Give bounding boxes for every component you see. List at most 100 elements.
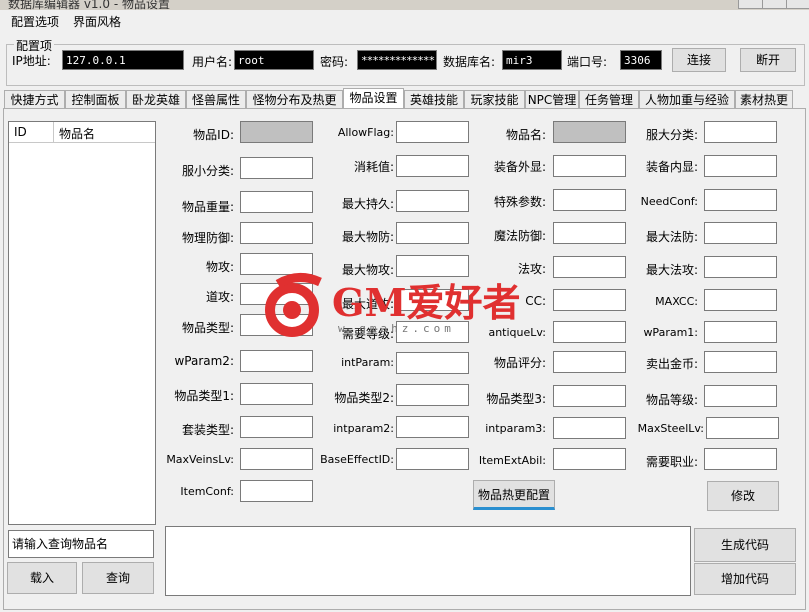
physical-defense-label: 物理防御:: [181, 231, 234, 245]
required-class-label: 需要职业:: [645, 455, 698, 469]
magic-defense-input[interactable]: [553, 222, 626, 244]
query-button[interactable]: 查询: [82, 562, 154, 594]
physical-attack-label: 物攻:: [205, 260, 234, 274]
max-steel-lv-label: MaxSteelLv:: [637, 422, 704, 435]
max-veins-lv-input[interactable]: [240, 448, 313, 470]
load-button[interactable]: 载入: [7, 562, 77, 594]
item-ext-abil-label: ItemExtAbil:: [478, 454, 546, 467]
menu-config-options[interactable]: 配置选项: [11, 13, 59, 30]
tab-item-settings[interactable]: 物品设置: [343, 88, 404, 109]
item-hot-config-button[interactable]: 物品热更配置: [473, 480, 555, 510]
item-conf-input[interactable]: [240, 480, 313, 502]
menu-ui-style[interactable]: 界面风格: [73, 13, 121, 30]
port-input[interactable]: 3306: [620, 50, 662, 70]
col-name-header[interactable]: 物品名: [59, 125, 95, 142]
tab-asset-hotupdate[interactable]: 素材热更: [735, 90, 793, 109]
item-id-input: [240, 121, 313, 143]
tab-player-skills[interactable]: 玩家技能: [464, 90, 525, 109]
user-label: 用户名:: [192, 55, 233, 69]
item-list[interactable]: ID 物品名: [8, 121, 156, 525]
item-weight-input[interactable]: [240, 191, 313, 213]
item-level-label: 物品等级:: [645, 393, 698, 407]
allow-flag-label: AllowFlag:: [337, 126, 394, 139]
col-id-header[interactable]: ID: [14, 125, 27, 139]
code-output-area[interactable]: [165, 526, 691, 596]
physical-defense-input[interactable]: [240, 222, 313, 244]
port-label: 端口号:: [567, 55, 608, 69]
sub-category-label: 服小分类:: [181, 164, 234, 178]
item-name-label: 物品名:: [505, 128, 546, 142]
ip-input[interactable]: 127.0.0.1: [62, 50, 184, 70]
item-conf-label: ItemConf:: [180, 485, 234, 498]
int-param-label: intParam:: [341, 356, 394, 369]
sub-category-input[interactable]: [240, 157, 313, 179]
minimize-button[interactable]: [738, 0, 764, 9]
item-ext-abil-input[interactable]: [553, 448, 626, 470]
user-input[interactable]: root: [234, 50, 314, 70]
item-score-input[interactable]: [553, 351, 626, 373]
item-type1-label: 物品类型1:: [174, 389, 234, 403]
item-type2-label: 物品类型2:: [334, 391, 394, 405]
connect-button[interactable]: 连接: [672, 48, 726, 72]
close-button[interactable]: [786, 0, 809, 9]
add-code-button[interactable]: 增加代码: [694, 563, 796, 595]
item-type3-input[interactable]: [553, 385, 626, 407]
tab-hero-skills[interactable]: 英雄技能: [404, 90, 464, 109]
watermark-text: GM爱好者: [332, 280, 521, 325]
item-type2-input[interactable]: [396, 384, 469, 406]
taoist-attack-label: 道攻:: [205, 290, 234, 304]
tab-npc-management[interactable]: NPC管理: [525, 90, 579, 109]
equip-inner-display-input[interactable]: [704, 155, 777, 177]
magic-attack-input[interactable]: [553, 256, 626, 278]
need-conf-label: NeedConf:: [640, 195, 698, 208]
cc-input[interactable]: [553, 289, 626, 311]
max-cc-input[interactable]: [704, 289, 777, 311]
tab-control-panel[interactable]: 控制面板: [65, 90, 126, 109]
required-class-input[interactable]: [704, 448, 777, 470]
max-magic-attack-input[interactable]: [704, 256, 777, 278]
tab-shortcuts[interactable]: 快捷方式: [4, 90, 65, 109]
intparam3-label: intparam3:: [485, 422, 546, 435]
allow-flag-input[interactable]: [396, 121, 469, 143]
tab-monster-attributes[interactable]: 怪兽属性: [186, 90, 246, 109]
item-type1-input[interactable]: [240, 383, 313, 405]
max-magic-defense-input[interactable]: [704, 222, 777, 244]
max-phys-defense-input[interactable]: [396, 222, 469, 244]
title-bar: 数据库编辑器 v1.0 - 物品设置: [0, 0, 809, 10]
max-durability-input[interactable]: [396, 190, 469, 212]
tab-task-management[interactable]: 任务管理: [579, 90, 639, 109]
generate-code-button[interactable]: 生成代码: [694, 528, 796, 562]
item-weight-label: 物品重量:: [181, 200, 234, 214]
item-search-input[interactable]: 请输入查询物品名: [8, 530, 154, 558]
ip-label: IP地址:: [12, 54, 51, 68]
item-name-input: [553, 121, 626, 143]
special-param-input[interactable]: [553, 189, 626, 211]
sell-gold-input[interactable]: [704, 351, 777, 373]
modify-button[interactable]: 修改: [707, 481, 779, 511]
max-steel-lv-input[interactable]: [706, 417, 779, 439]
main-category-input[interactable]: [704, 121, 777, 143]
intparam2-input[interactable]: [396, 416, 469, 438]
tab-wolong-hero[interactable]: 卧龙英雄: [126, 90, 186, 109]
db-input[interactable]: mir3: [502, 50, 562, 70]
password-input[interactable]: *************: [357, 50, 437, 70]
wparam1-input[interactable]: [704, 321, 777, 343]
equip-outer-display-input[interactable]: [553, 155, 626, 177]
int-param-input[interactable]: [396, 352, 469, 374]
tab-character-exp[interactable]: 人物加重与经验: [639, 90, 735, 109]
antique-lv-input[interactable]: [553, 321, 626, 343]
max-durability-label: 最大持久:: [341, 197, 394, 211]
intparam3-input[interactable]: [553, 417, 626, 439]
maximize-button[interactable]: [762, 0, 788, 9]
set-type-input[interactable]: [240, 416, 313, 438]
tab-monster-distribution[interactable]: 怪物分布及热更: [246, 90, 343, 109]
wparam2-input[interactable]: [240, 350, 313, 372]
window-title: 数据库编辑器 v1.0 - 物品设置: [8, 0, 170, 10]
item-level-input[interactable]: [704, 385, 777, 407]
consume-value-input[interactable]: [396, 155, 469, 177]
need-conf-input[interactable]: [704, 189, 777, 211]
max-veins-lv-label: MaxVeinsLv:: [166, 453, 234, 466]
base-effect-id-label: BaseEffectID:: [320, 453, 394, 466]
disconnect-button[interactable]: 断开: [740, 48, 796, 72]
password-label: 密码:: [320, 55, 349, 69]
